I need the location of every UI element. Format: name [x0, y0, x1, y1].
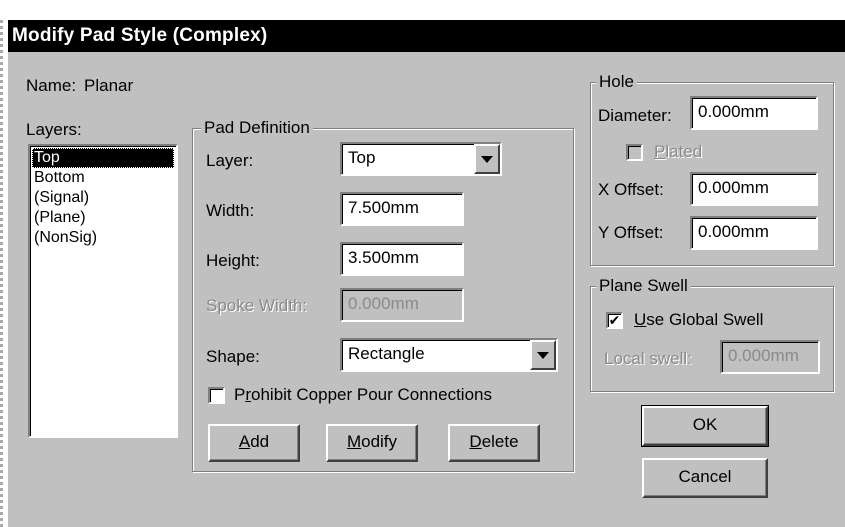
width-label: Width: [206, 201, 255, 220]
layer-item-nonsig[interactable]: (NonSig) [32, 228, 174, 248]
layer-combobox-value: Top [348, 148, 376, 167]
x-offset-label: X Offset: [598, 180, 664, 199]
shape-combobox-value: Rectangle [348, 344, 425, 363]
use-global-accel: U [634, 310, 647, 329]
cancel-button[interactable]: Cancel [642, 458, 768, 498]
name-value: Planar [84, 76, 134, 95]
spoke-width-label: Spoke Width: [206, 296, 308, 315]
modify-button[interactable]: Modify [326, 424, 418, 462]
hole-legend: Hole [596, 72, 637, 92]
layer-item-top[interactable]: Top [32, 148, 174, 168]
prohibit-label-pre: P [234, 385, 246, 404]
modify-pad-style-dialog: Modify Pad Style (Complex) Name: Planar … [8, 20, 845, 527]
name-label: Name: [26, 76, 77, 95]
delete-button[interactable]: Delete [448, 424, 540, 462]
use-global-rest: se Global Swell [646, 310, 764, 329]
diameter-field[interactable]: 0.000mm [690, 96, 818, 130]
add-accel: A [238, 432, 251, 451]
use-global-swell-checkbox[interactable]: ✔ [606, 312, 623, 329]
chevron-down-icon[interactable] [530, 340, 556, 370]
modify-accel: M [346, 432, 362, 451]
prohibit-copper-pour-label[interactable]: Prohibit Copper Pour Connections [234, 385, 492, 405]
height-label: Height: [206, 251, 260, 270]
plated-rest: lated [665, 142, 703, 161]
shape-combobox[interactable]: Rectangle [340, 338, 558, 372]
shape-label: Shape: [206, 347, 260, 366]
plated-checkbox [626, 144, 643, 161]
plated-label: Plated [654, 142, 702, 162]
prohibit-copper-pour-checkbox[interactable] [208, 387, 225, 404]
y-offset-field[interactable]: 0.000mm [690, 216, 818, 250]
add-button[interactable]: Add [208, 424, 300, 462]
layers-listbox[interactable]: Top Bottom (Signal) (Plane) (NonSig) [28, 144, 178, 438]
x-offset-field[interactable]: 0.000mm [690, 172, 818, 206]
plane-swell-legend: Plane Swell [596, 276, 691, 296]
layer-item-signal[interactable]: (Signal) [32, 188, 174, 208]
width-field[interactable]: 7.500mm [340, 192, 464, 226]
prohibit-label-post: ohibit Copper Pour Connections [251, 385, 492, 404]
layer-item-bottom[interactable]: Bottom [32, 168, 174, 188]
layers-label: Layers: [26, 120, 82, 139]
background-dotted-line [0, 20, 3, 527]
ok-button[interactable]: OK [641, 405, 769, 447]
dialog-title: Modify Pad Style (Complex) [8, 20, 845, 52]
local-swell-label: Local swell: [604, 349, 692, 368]
delete-accel: D [469, 432, 482, 451]
use-global-swell-label[interactable]: Use Global Swell [634, 310, 763, 330]
pad-definition-legend: Pad Definition [201, 118, 313, 138]
chevron-down-icon[interactable] [474, 144, 500, 174]
diameter-label: Diameter: [598, 106, 672, 125]
plated-accel: P [654, 142, 666, 161]
layer-combobox[interactable]: Top [340, 142, 502, 176]
y-offset-label: Y Offset: [598, 223, 664, 242]
delete-rest: elete [481, 432, 519, 451]
height-field[interactable]: 3.500mm [340, 242, 464, 276]
layer-item-plane[interactable]: (Plane) [32, 208, 174, 228]
layer-label: Layer: [206, 151, 254, 170]
modify-rest: odify [361, 432, 398, 451]
add-rest: dd [250, 432, 270, 451]
local-swell-field: 0.000mm [720, 340, 820, 374]
spoke-width-field: 0.000mm [340, 288, 464, 322]
plane-swell-group [590, 286, 834, 392]
